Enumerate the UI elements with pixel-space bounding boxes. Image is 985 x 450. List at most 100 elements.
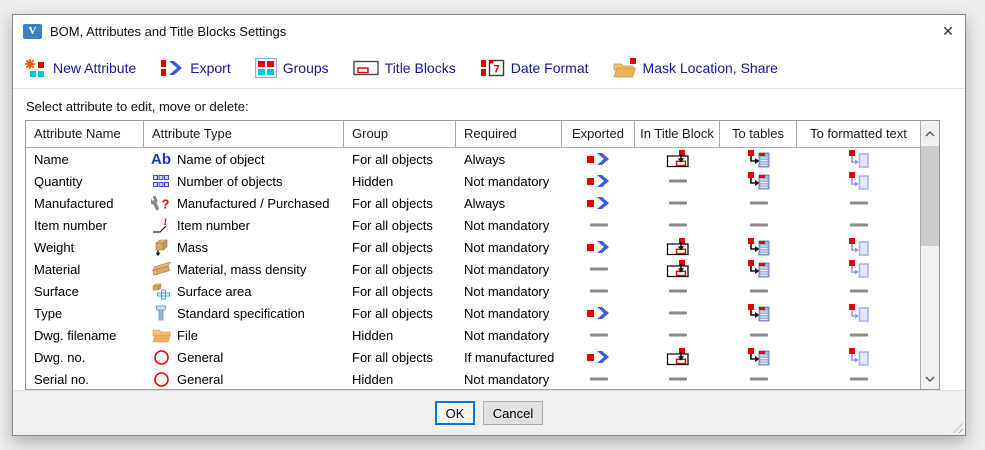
column-header-to-tables[interactable]: To tables — [720, 121, 797, 147]
group-cell: For all objects — [344, 218, 456, 233]
in-title-block-yes-icon — [666, 260, 690, 278]
scrollbar-track[interactable] — [921, 146, 939, 369]
dash-icon — [850, 289, 868, 293]
column-header-exported[interactable]: Exported — [562, 121, 635, 147]
table-header: Attribute NameAttribute TypeGroupRequire… — [26, 121, 921, 148]
to-formatted-yes-icon — [849, 348, 869, 367]
to-formatted-text-cell — [797, 223, 921, 227]
in-title-block-cell — [635, 150, 720, 168]
svg-text:?: ? — [162, 196, 170, 211]
exported-yes-icon — [586, 350, 612, 364]
required-cell: Always — [456, 196, 562, 211]
attribute-name-cell: Weight — [26, 240, 144, 255]
in-title-block-yes-icon — [666, 150, 690, 168]
mask-location-icon — [613, 58, 637, 78]
surface-area-icon — [150, 282, 172, 300]
to-formatted-text-cell — [797, 201, 921, 205]
attribute-type-cell: Standard specification — [144, 305, 344, 322]
mass-icon — [150, 239, 172, 256]
toolbar: New Attribute Export Groups Title Blocks 7 Da… — [13, 48, 965, 89]
table-row[interactable]: QuantityNumber of objectsHiddenNot manda… — [26, 170, 921, 192]
exported-cell — [562, 377, 635, 381]
required-cell: If manufactured — [456, 350, 562, 365]
in-title-block-yes-icon — [666, 238, 690, 256]
toolbar-button-new-attribute[interactable]: New Attribute — [25, 58, 136, 78]
exported-cell — [562, 306, 635, 320]
dash-icon — [590, 223, 608, 227]
table-row[interactable]: SurfaceSurface areaFor all objectsNot ma… — [26, 280, 921, 302]
to-tables-cell — [720, 201, 797, 205]
scroll-up-button[interactable] — [921, 121, 939, 146]
dash-icon — [750, 223, 768, 227]
table-row[interactable]: WeightMassFor all objectsNot mandatory — [26, 236, 921, 258]
attribute-type-label: Number of objects — [177, 174, 283, 189]
attribute-type-cell: Mass — [144, 239, 344, 256]
attribute-name-cell: Item number — [26, 218, 144, 233]
table-row[interactable]: Item number1Item numberFor all objectsNo… — [26, 214, 921, 236]
scroll-down-button[interactable] — [921, 369, 939, 389]
in-title-block-cell — [635, 179, 720, 183]
column-header-attribute-name[interactable]: Attribute Name — [26, 121, 144, 147]
dash-icon — [750, 201, 768, 205]
table-row[interactable]: Dwg. filenameFileHiddenNot mandatory — [26, 324, 921, 346]
attribute-type-cell: General — [144, 371, 344, 388]
attribute-name-cell: Material — [26, 262, 144, 277]
app-logo-icon: V — [23, 24, 42, 39]
toolbar-label: Export — [190, 60, 230, 76]
close-button[interactable]: ✕ — [931, 15, 965, 48]
attribute-type-label: Item number — [177, 218, 250, 233]
to-tables-cell — [720, 333, 797, 337]
cancel-button[interactable]: Cancel — [483, 401, 543, 425]
ok-button[interactable]: OK — [435, 401, 475, 425]
attribute-name-cell: Dwg. filename — [26, 328, 144, 343]
table-row[interactable]: TypeStandard specificationFor all object… — [26, 302, 921, 324]
column-header-attribute-type[interactable]: Attribute Type — [144, 121, 344, 147]
attribute-type-cell: File — [144, 327, 344, 343]
attribute-type-label: General — [177, 350, 223, 365]
column-header-group[interactable]: Group — [344, 121, 456, 147]
to-tables-cell — [720, 150, 797, 169]
exported-cell — [562, 196, 635, 210]
date-format-icon: 7 — [480, 58, 505, 78]
toolbar-button-date-format[interactable]: 7 Date Format — [480, 58, 589, 78]
required-cell: Not mandatory — [456, 262, 562, 277]
to-tables-yes-icon — [748, 150, 770, 169]
toolbar-label: Groups — [283, 60, 329, 76]
scrollbar-thumb[interactable] — [921, 146, 939, 246]
attribute-type-label: Name of object — [177, 152, 264, 167]
column-header-required[interactable]: Required — [456, 121, 562, 147]
in-title-block-yes-icon — [666, 348, 690, 366]
to-tables-yes-icon — [748, 238, 770, 257]
toolbar-button-title-blocks[interactable]: Title Blocks — [353, 59, 456, 77]
attribute-name-cell: Serial no. — [26, 372, 144, 387]
exported-yes-icon — [586, 152, 612, 166]
dash-icon — [669, 311, 687, 315]
to-formatted-text-cell — [797, 150, 921, 169]
toolbar-button-mask-location-share[interactable]: Mask Location, Share — [613, 58, 778, 78]
table-row[interactable]: Serial no.GeneralHiddenNot mandatory — [26, 368, 921, 390]
group-cell: For all objects — [344, 306, 456, 321]
dash-icon — [590, 267, 608, 271]
toolbar-button-export[interactable]: Export — [160, 58, 230, 78]
exported-cell — [562, 350, 635, 364]
select-attribute-label: Select attribute to edit, move or delete… — [26, 99, 965, 114]
exported-cell — [562, 223, 635, 227]
toolbar-button-groups[interactable]: Groups — [255, 58, 329, 78]
column-header-in-title-block[interactable]: In Title Block — [635, 121, 720, 147]
dash-icon — [590, 289, 608, 293]
to-tables-yes-icon — [748, 348, 770, 367]
dash-icon — [850, 333, 868, 337]
vertical-scrollbar[interactable] — [920, 121, 939, 389]
table-row[interactable]: Dwg. no.GeneralFor all objectsIf manufac… — [26, 346, 921, 368]
title-bar[interactable]: V BOM, Attributes and Title Blocks Setti… — [13, 15, 965, 48]
toolbar-label: Date Format — [511, 60, 589, 76]
to-tables-cell — [720, 223, 797, 227]
column-header-to-formatted-text[interactable]: To formatted text — [797, 121, 921, 147]
to-tables-cell — [720, 260, 797, 279]
table-row[interactable]: Manufactured?Manufactured / PurchasedFor… — [26, 192, 921, 214]
table-row[interactable]: MaterialMaterial, mass densityFor all ob… — [26, 258, 921, 280]
required-cell: Not mandatory — [456, 284, 562, 299]
resize-grip[interactable] — [950, 420, 963, 433]
to-formatted-text-cell — [797, 260, 921, 279]
table-row[interactable]: NameAbName of objectFor all objectsAlway… — [26, 148, 921, 170]
